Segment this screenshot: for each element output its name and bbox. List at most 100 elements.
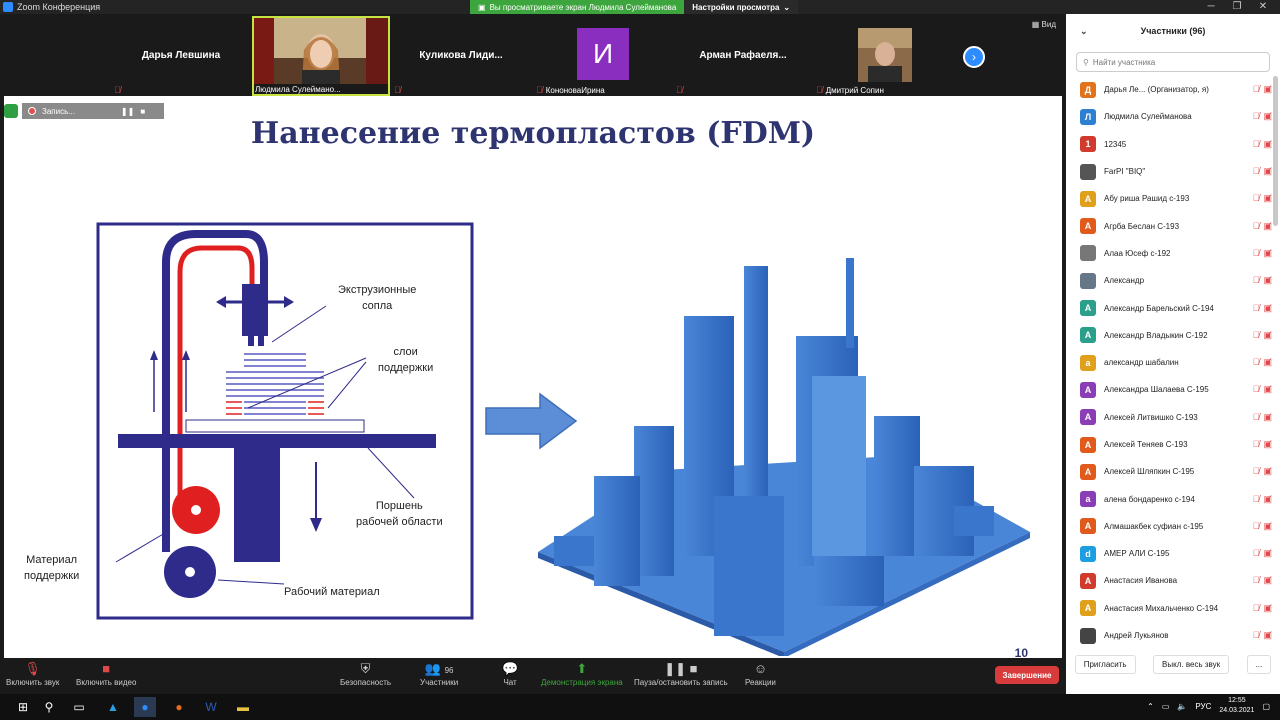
close-icon[interactable]: ✕ (1250, 0, 1276, 14)
participant-row[interactable]: А Абу риша Рашид с-193 🎙̸ ▣̸ (1066, 185, 1274, 212)
firefox-icon[interactable]: ● (168, 697, 190, 717)
pause-icon[interactable]: ❚❚ (121, 107, 134, 116)
participant-search[interactable]: ⚲ (1076, 52, 1270, 72)
record-control-button[interactable]: ❚❚ ■ Пауза/остановить запись (634, 660, 728, 687)
participant-row[interactable]: А Алексей Теняев С-193 🎙̸ ▣̸ (1066, 431, 1274, 458)
avatar: А (1080, 436, 1096, 453)
participant-row[interactable]: А Анастасия Михальченко С-194 🎙̸ ▣̸ (1066, 595, 1274, 622)
mute-all-button[interactable]: Выкл. весь звук (1153, 654, 1230, 674)
participant-status: 🎙̸ ▣̸ (1253, 357, 1272, 368)
mic-off-icon: 🎙̸ (1252, 84, 1260, 95)
chat-button[interactable]: 💬 Чат (502, 660, 518, 687)
unmute-button[interactable]: 🎙 Включить звук (6, 660, 59, 687)
avatar: И (577, 28, 629, 80)
file-explorer-icon[interactable]: ▬ (232, 697, 254, 717)
task-view-icon[interactable]: ▭ (68, 697, 90, 717)
participant-row[interactable]: А Александр Барельский С-194 🎙̸ ▣̸ (1066, 294, 1274, 321)
avatar: А (1080, 190, 1096, 207)
smile-icon: ☺ (753, 661, 768, 676)
camera-off-icon: ▣̸ (1263, 630, 1272, 641)
mic-off-icon: 🎙̸ (1252, 439, 1260, 449)
participant-status: 🎙̸ ▣̸ (1253, 630, 1272, 641)
participant-row[interactable]: d АМЕР АЛИ С-195 🎙̸ ▣̸ (1066, 540, 1274, 567)
mic-off-icon: 🎙̸ (1252, 111, 1260, 122)
participant-name: Агрба Беслан С-193 (1104, 221, 1180, 231)
participant-row[interactable]: а алена бондаренко с-194 🎙̸ ▣̸ (1066, 485, 1274, 512)
volume-icon[interactable]: 🔈 (1177, 702, 1187, 711)
search-icon[interactable]: ⚲ (38, 697, 60, 717)
notifications-icon[interactable]: ▢ (1262, 702, 1270, 711)
participant-name: Анастасия Иванова (1104, 576, 1178, 586)
participants-footer: Пригласить Выкл. весь звук ... (1066, 650, 1280, 678)
stop-icon[interactable]: ■ (140, 107, 145, 116)
participant-row[interactable]: А Алексей Литвишко С-193 🎙̸ ▣̸ (1066, 404, 1274, 431)
video-tile-1[interactable]: Дарья Левшина 🎙̸ (112, 16, 250, 96)
participant-row[interactable]: Александр 🎙̸ ▣̸ (1066, 267, 1274, 294)
shared-screen: Нанесение термопластов (FDM) Экструзионн… (4, 96, 1062, 658)
start-video-button[interactable]: ■ Включить видео (76, 660, 136, 687)
search-input[interactable] (1092, 57, 1253, 67)
minimize-icon[interactable]: ─ (1198, 0, 1224, 14)
video-tile-2[interactable]: Людмила Сулейманo... (252, 16, 390, 96)
participant-name: Алмашакбек суфиан с-195 (1104, 521, 1204, 531)
end-meeting-button[interactable]: Завершение (995, 666, 1059, 684)
participant-row[interactable]: 1 12345 🎙̸ ▣̸ (1066, 131, 1274, 158)
invite-button[interactable]: Пригласить (1074, 654, 1136, 674)
camera-off-icon: ▣̸ (1263, 411, 1272, 422)
screen-share-icon: ▣ (478, 2, 486, 12)
word-icon[interactable]: W (200, 697, 222, 717)
video-tile-6[interactable]: 🎙̸ Дмитрий Сопин (814, 16, 952, 96)
scrollbar[interactable] (1273, 76, 1278, 226)
participant-row[interactable]: FarPI "BIQ" 🎙̸ ▣̸ (1066, 158, 1274, 185)
video-tile-4[interactable]: И 🎙̸ КононоваИрина (534, 16, 672, 96)
camera-off-icon: ▣̸ (1263, 575, 1272, 586)
next-page-button[interactable]: › (963, 46, 985, 68)
participant-row[interactable]: А Агрба Беслан С-193 🎙̸ ▣̸ (1066, 212, 1274, 239)
mic-off-icon: 🎙̸ (1252, 548, 1260, 559)
avatar: А (1080, 409, 1096, 426)
security-button[interactable]: ⛨ Безопасность (340, 660, 391, 687)
avatar: 1 (1080, 136, 1096, 153)
more-button[interactable]: ... (1246, 654, 1272, 674)
view-settings-button[interactable]: Настройки просмотра ⌄ (684, 0, 799, 14)
participant-row[interactable]: А Алмашакбек суфиан с-195 🎙̸ ▣̸ (1066, 513, 1274, 540)
record-icon (28, 107, 36, 115)
participant-row[interactable]: А Анастасия Иванова 🎙̸ ▣̸ (1066, 567, 1274, 594)
video-tile-5[interactable]: Арман Рафаеля... 🎙̸ (674, 16, 812, 96)
language-indicator[interactable]: РУС (1195, 702, 1211, 711)
view-button[interactable]: ▦ Вид (1032, 20, 1056, 29)
clock[interactable]: 12:55 24.03.2021 (1219, 696, 1254, 716)
participant-row[interactable]: А Алексей Шляпкин С-195 🎙̸ ▣̸ (1066, 458, 1274, 485)
participant-status: 🎙̸ ▣̸ (1253, 275, 1272, 286)
recording-indicator: Запись... ❚❚ ■ (22, 103, 164, 119)
mic-off-icon: 🎙̸ (1252, 275, 1260, 286)
chevron-up-icon[interactable]: ⌃ (1147, 702, 1154, 711)
participant-status: 🎙̸ ▣̸ (1253, 439, 1272, 450)
participants-button[interactable]: 👥 96 Участники (420, 660, 458, 687)
participant-status: 🎙̸ ▣̸ (1253, 221, 1272, 232)
avatar: А (1080, 518, 1096, 535)
camera-off-icon: ▣̸ (1263, 329, 1272, 340)
shield-icon[interactable] (4, 104, 18, 118)
camera-off-icon: ▣̸ (1263, 275, 1272, 286)
collapse-chevron-icon[interactable]: ⌄ (1080, 26, 1088, 37)
participants-panel: ⌄ Участники (96) ⚲ Д Дарья Ле... (Организ… (1066, 14, 1280, 694)
participant-row[interactable]: Андрей Лукьянов 🎙̸ ▣̸ (1066, 622, 1274, 649)
participant-row[interactable]: Д Дарья Ле... (Организатор, я) 🎙̸ ▣̸ (1066, 76, 1274, 103)
participant-row[interactable]: а александр шабалин 🎙̸ ▣̸ (1066, 349, 1274, 376)
autocad-icon[interactable]: ▲ (102, 697, 124, 717)
mic-off-icon: 🎙̸ (1252, 384, 1260, 395)
maximize-icon[interactable]: ❐ (1224, 0, 1250, 14)
pause-stop-icon: ❚❚ ■ (664, 661, 698, 676)
network-icon[interactable]: ▭ (1162, 702, 1170, 711)
participant-row[interactable]: Л Людмила Сулейманова 🎙̸ ▣̸ (1066, 103, 1274, 130)
zoom-taskbar-icon[interactable]: ● (134, 697, 156, 717)
windows-start-icon[interactable]: ⊞ (12, 697, 34, 717)
participant-row[interactable]: А Александра Шалаева С-195 🎙̸ ▣̸ (1066, 376, 1274, 403)
reactions-button[interactable]: ☺ Реакции (745, 660, 776, 687)
window-title: Zoom Конференция (17, 2, 101, 12)
participant-row[interactable]: А Александр Владыкин С-192 🎙̸ ▣̸ (1066, 322, 1274, 349)
share-screen-button[interactable]: ⬆ Демонстрация экрана (541, 660, 623, 687)
video-tile-3[interactable]: Куликова Лиди... 🎙̸ (392, 16, 530, 96)
participant-row[interactable]: Алаа Юсеф с-192 🎙̸ ▣̸ (1066, 240, 1274, 267)
